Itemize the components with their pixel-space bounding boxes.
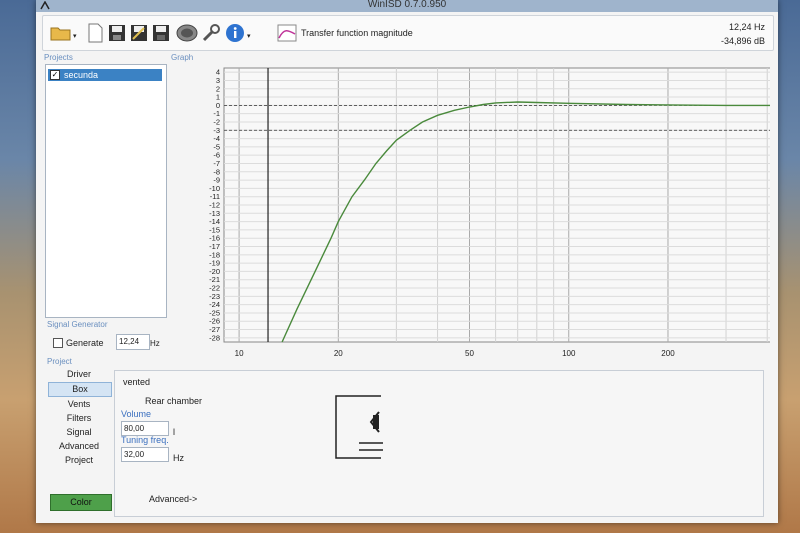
save-as-icon[interactable] <box>127 20 151 46</box>
generate-label: Generate <box>66 338 104 348</box>
nav-item-driver[interactable]: Driver <box>48 368 110 381</box>
generate-checkbox[interactable] <box>53 338 63 348</box>
box-settings-panel: vented Rear chamber Volume 80,00 l Tunin… <box>114 370 764 517</box>
transfer-function-chart[interactable]: 43210-1-2-3-4-5-6-7-8-9-10-11-12-13-14-1… <box>170 62 800 358</box>
new-document-icon[interactable] <box>83 20 107 46</box>
volume-input[interactable]: 80,00 <box>121 421 169 436</box>
info-dropdown-arrow-icon[interactable]: ▾ <box>247 32 251 40</box>
speaker-icon[interactable] <box>175 20 199 46</box>
app-window: WinISD 0.7.0.950 ▾ ▾ Transfer function m… <box>36 0 800 523</box>
app-logo-icon <box>40 1 50 10</box>
x-tick-label: 200 <box>661 349 675 358</box>
generator-unit-label: Hz <box>150 339 160 348</box>
transfer-graph-icon[interactable] <box>275 20 299 46</box>
open-folder-icon[interactable] <box>49 20 73 46</box>
generator-frequency-input[interactable]: 12,24 <box>116 334 150 350</box>
projects-section-title: Projects <box>44 53 73 62</box>
project-nav: Driver Box Vents Filters Signal Advanced… <box>48 368 114 468</box>
info-icon[interactable] <box>223 20 247 46</box>
cursor-level-readout: -34,896 dB <box>720 36 765 46</box>
open-dropdown-arrow-icon[interactable]: ▾ <box>73 32 77 40</box>
color-button[interactable]: Color <box>50 494 112 511</box>
save-icon[interactable] <box>105 20 129 46</box>
tuning-frequency-label: Tuning freq. <box>121 435 169 445</box>
project-checkbox[interactable]: ✓ <box>50 70 60 80</box>
volume-unit-label: l <box>173 427 175 437</box>
projects-list[interactable]: ✓ secunda <box>45 64 167 318</box>
vented-box-diagram-icon <box>335 395 383 459</box>
toolbar: ▾ ▾ Transfer function magnitude 12,24 Hz… <box>42 15 774 51</box>
project-item-label: secunda <box>64 70 99 80</box>
x-tick-label: 10 <box>235 349 244 358</box>
save-all-icon[interactable] <box>149 20 173 46</box>
volume-label: Volume <box>121 409 152 419</box>
graph-section-title: Graph <box>171 53 194 62</box>
x-tick-label: 20 <box>334 349 343 358</box>
advanced-link[interactable]: Advanced-> <box>149 494 197 504</box>
project-item-secunda[interactable]: ✓ secunda <box>48 69 162 81</box>
graph-panel[interactable]: 4 3 2 1 0 -1 -2 -3 -4 -5 -6 -7 -8 -9 -10 -11 -12 -13 -14 -1… <box>170 62 800 358</box>
graph-type-label[interactable]: Transfer function magnitude <box>301 28 413 38</box>
title-bar: WinISD 0.7.0.950 <box>36 0 778 12</box>
y-tick-label: -28 <box>209 333 220 342</box>
cursor-frequency-readout: 12,24 Hz <box>728 22 765 32</box>
project-section-title: Project <box>47 357 72 366</box>
tuning-frequency-unit-label: Hz <box>173 453 184 463</box>
nav-item-signal[interactable]: Signal <box>48 426 110 439</box>
nav-item-project[interactable]: Project <box>48 454 110 467</box>
x-tick-label: 50 <box>465 349 474 358</box>
wrench-icon[interactable] <box>199 20 223 46</box>
nav-item-filters[interactable]: Filters <box>48 412 110 425</box>
nav-item-vents[interactable]: Vents <box>48 398 110 411</box>
signal-generator-row: Generate 12,24 Hz <box>50 334 170 352</box>
x-tick-label: 100 <box>562 349 576 358</box>
rear-chamber-label: Rear chamber <box>145 396 203 406</box>
nav-item-box[interactable]: Box <box>48 382 112 397</box>
nav-item-advanced[interactable]: Advanced <box>48 440 110 453</box>
box-type-label[interactable]: vented <box>123 377 150 387</box>
signal-generator-section-title: Signal Generator <box>47 320 108 329</box>
tuning-frequency-input[interactable]: 32,00 <box>121 447 169 462</box>
window-title: WinISD 0.7.0.950 <box>367 0 447 10</box>
